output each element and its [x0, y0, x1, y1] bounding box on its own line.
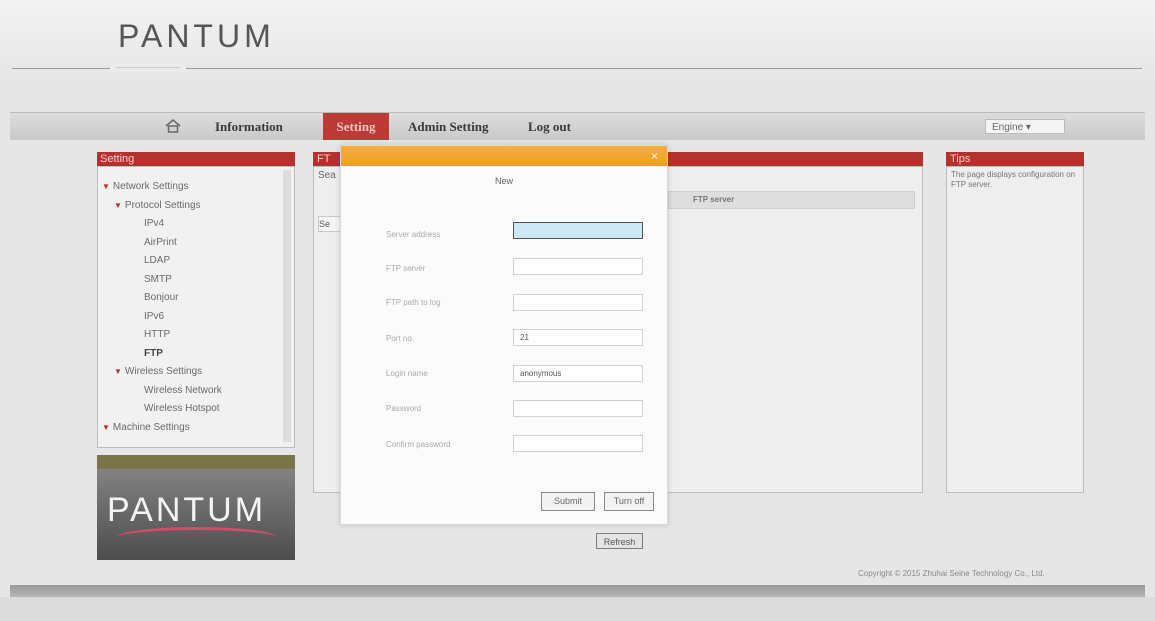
- pantum-logo: PANTUM: [118, 18, 275, 54]
- tree-item[interactable]: ▼ Protocol Settings: [114, 200, 201, 211]
- tree-item-label: Wireless Hotspot: [144, 403, 220, 414]
- expand-arrow-icon[interactable]: ▼: [114, 367, 122, 376]
- ftp-path-label: FTP path to log: [386, 298, 441, 307]
- tree-item[interactable]: Wireless Network: [144, 385, 222, 396]
- tree-item-label: AirPrint: [144, 236, 177, 248]
- partial-button[interactable]: Se: [318, 216, 342, 232]
- tips-panel: [946, 166, 1084, 493]
- language-select[interactable]: Engine ▾: [985, 119, 1065, 134]
- confirm-password-input[interactable]: [513, 435, 643, 452]
- tree-item[interactable]: LDAP: [144, 255, 170, 266]
- expand-arrow-icon[interactable]: ▼: [102, 182, 110, 191]
- new-ftp-dialog: × New Server address FTP server FTP path…: [340, 145, 668, 525]
- tree-item-label: LDAP: [144, 255, 171, 266]
- tips-title: Tips: [946, 152, 1084, 166]
- tree-item[interactable]: IPv6: [144, 311, 164, 322]
- port-input[interactable]: [513, 329, 643, 346]
- server-address-input[interactable]: [513, 222, 643, 239]
- footer-bottom: [0, 597, 1155, 621]
- search-label: Sea: [318, 170, 336, 181]
- banner-logo: PANTUM: [107, 491, 267, 529]
- tree-item[interactable]: ▼ Network Settings: [102, 181, 189, 192]
- expand-arrow-icon[interactable]: ▼: [114, 201, 122, 210]
- turn-off-button[interactable]: Turn off: [604, 492, 654, 511]
- dialog-header: ×: [341, 146, 667, 166]
- tree-item-label: Wireless Network: [144, 384, 222, 396]
- tree-item[interactable]: Bonjour: [144, 292, 178, 303]
- tree-item-label: Bonjour: [144, 292, 179, 303]
- tree-item[interactable]: ▼ Machine Settings: [102, 422, 190, 433]
- nav-information[interactable]: Information: [215, 113, 283, 140]
- header: PANTUM ————————: [0, 0, 1155, 95]
- tree-item[interactable]: AirPrint: [144, 237, 177, 248]
- password-input[interactable]: [513, 400, 643, 417]
- settings-tree: ▼ Network Settings ▼ Protocol Settings IPv4 A…: [97, 166, 295, 448]
- dialog-title: New: [494, 176, 513, 186]
- ftp-server-column: FTP server: [693, 195, 735, 204]
- password-label: Password: [386, 404, 422, 413]
- tree-item-label: Machine Settings: [112, 421, 190, 433]
- ftp-server-input[interactable]: [513, 258, 643, 275]
- tree-item-label: Wireless Settings: [124, 366, 203, 377]
- server-address-label: Server address: [386, 230, 441, 239]
- banner-swoosh: [117, 527, 277, 548]
- tree-item[interactable]: Wireless Hotspot: [144, 403, 220, 414]
- tree-item-label: IPv4: [144, 218, 165, 229]
- nav-log-out[interactable]: Log out: [528, 113, 571, 140]
- nav-setting[interactable]: Setting: [323, 113, 389, 140]
- nav-admin-setting[interactable]: Admin Setting: [408, 113, 489, 140]
- tree-item-label: HTTP: [144, 329, 171, 340]
- tips-text: The page displays configuration on FTP s…: [951, 170, 1076, 189]
- tree-item-label: IPv6: [144, 310, 165, 322]
- footer-bar: [10, 585, 1145, 597]
- login-name-label: Login name: [386, 369, 428, 378]
- tree-item[interactable]: ▼ Wireless Settings: [114, 366, 202, 377]
- close-icon[interactable]: ×: [651, 149, 658, 163]
- ftp-server-label: FTP server: [386, 264, 426, 273]
- tree-item[interactable]: FTP: [144, 348, 163, 359]
- submit-button[interactable]: Submit: [541, 492, 595, 511]
- login-name-input[interactable]: [513, 365, 643, 382]
- tree-item[interactable]: HTTP: [144, 329, 170, 340]
- tree-item-label: FTP: [144, 347, 163, 359]
- port-label: Port no.: [386, 334, 415, 343]
- expand-arrow-icon[interactable]: ▼: [102, 423, 110, 432]
- tree-item-label: Network Settings: [112, 181, 189, 192]
- ftp-path-input[interactable]: [513, 294, 643, 311]
- sidebar-title: Setting: [97, 152, 295, 166]
- tree-item-label: SMTP: [144, 273, 172, 285]
- refresh-button[interactable]: Refresh: [596, 533, 643, 549]
- logo-tagline: ————————: [110, 63, 186, 72]
- top-nav: Information Setting Admin Setting Log ou…: [10, 112, 1145, 140]
- confirm-password-label: Confirm password: [386, 440, 451, 449]
- sidebar-scrollbar[interactable]: [283, 170, 291, 442]
- copyright-text: Copyright © 2015 Zhuhai Seine Technology…: [858, 569, 1045, 578]
- home-icon[interactable]: [165, 119, 181, 133]
- pantum-banner: PANTUM: [97, 455, 295, 560]
- tree-item[interactable]: SMTP: [144, 274, 172, 285]
- banner-strip: [97, 455, 295, 469]
- tree-item-label: Protocol Settings: [124, 199, 201, 211]
- tree-item[interactable]: IPv4: [144, 218, 164, 229]
